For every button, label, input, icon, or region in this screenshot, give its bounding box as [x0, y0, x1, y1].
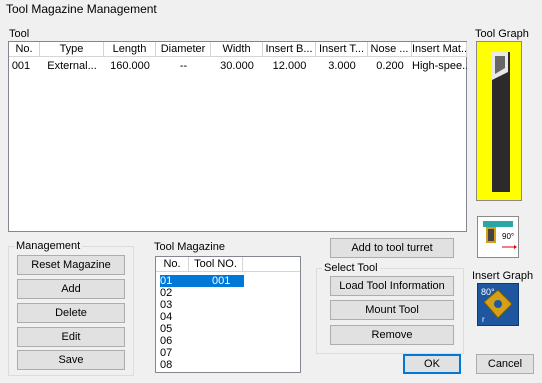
- insert-angle-text: 80°: [481, 287, 495, 297]
- add-button[interactable]: Add: [17, 279, 125, 299]
- tool-list[interactable]: No. Type Length Diameter Width Insert B.…: [8, 41, 467, 232]
- col-header-type[interactable]: Type: [40, 42, 104, 57]
- table-row[interactable]: 001 External... 160.000 -- 30.000 12.000…: [9, 59, 467, 74]
- turning-tool-icon: [492, 52, 510, 192]
- magazine-row-no: 01: [160, 275, 173, 287]
- delete-button[interactable]: Delete: [17, 303, 125, 323]
- save-button[interactable]: Save: [17, 350, 125, 370]
- window-title: Tool Magazine Management: [6, 2, 157, 16]
- col-header-width[interactable]: Width: [211, 42, 263, 57]
- magazine-row-no: 04: [160, 311, 173, 323]
- magazine-row-no: 02: [160, 287, 173, 299]
- mag-col-header-tool-no[interactable]: Tool NO.: [189, 257, 243, 272]
- cell-insert-t: 3.000: [328, 60, 356, 72]
- remove-button[interactable]: Remove: [330, 325, 454, 345]
- reset-magazine-button[interactable]: Reset Magazine: [17, 255, 125, 275]
- insert-icon: 80° r: [481, 287, 513, 324]
- cell-nose: 0.200: [376, 60, 404, 72]
- magazine-row-no: 06: [160, 335, 173, 347]
- magazine-row-05[interactable]: 05: [160, 323, 244, 335]
- col-header-no[interactable]: No.: [9, 42, 40, 57]
- magazine-row-no: 07: [160, 347, 173, 359]
- col-header-length[interactable]: Length: [104, 42, 156, 57]
- tool-section-label: Tool: [9, 28, 30, 40]
- magazine-row-no: 05: [160, 323, 173, 335]
- magazine-row-02[interactable]: 02: [160, 287, 244, 299]
- magazine-row-no: 03: [160, 299, 173, 311]
- col-header-insert-mat[interactable]: Insert Mat...: [412, 42, 467, 57]
- magazine-row-07[interactable]: 07: [160, 347, 244, 359]
- management-label: Management: [14, 240, 83, 252]
- insert-radius-text: r: [482, 315, 485, 324]
- magazine-row-06[interactable]: 06: [160, 335, 244, 347]
- cell-insert-b: 12.000: [272, 60, 307, 72]
- tool-magazine-list[interactable]: No. Tool NO. 01 001 02 03 04 05 06 07 08: [155, 256, 301, 373]
- insert-graph-label: Insert Graph: [472, 270, 534, 282]
- mount-tool-button[interactable]: Mount Tool: [330, 300, 454, 320]
- load-tool-information-button[interactable]: Load Tool Information: [330, 276, 454, 296]
- magazine-row-tool: 001: [212, 275, 231, 287]
- mag-col-header-no[interactable]: No.: [156, 257, 189, 272]
- cell-no: 001: [11, 60, 31, 72]
- tool-magazine-label: Tool Magazine: [154, 241, 225, 253]
- ok-button[interactable]: OK: [403, 354, 461, 374]
- magazine-row-04[interactable]: 04: [160, 311, 244, 323]
- insert-graph-image: 80° r: [477, 283, 519, 326]
- tool-graph-label: Tool Graph: [475, 28, 529, 40]
- cell-width: 30.000: [220, 60, 254, 72]
- col-header-insert-b[interactable]: Insert B...: [263, 42, 316, 57]
- magazine-row-no: 08: [160, 359, 173, 371]
- col-header-nose[interactable]: Nose ...: [368, 42, 412, 57]
- select-tool-label: Select Tool: [322, 262, 380, 274]
- magazine-row-03[interactable]: 03: [160, 299, 244, 311]
- mag-col-header-filler: [243, 257, 300, 272]
- edit-button[interactable]: Edit: [17, 327, 125, 347]
- tool-angle-image: 90°: [477, 216, 519, 258]
- col-header-insert-t[interactable]: Insert T...: [316, 42, 368, 57]
- magazine-row-01[interactable]: 01 001: [160, 275, 244, 287]
- add-to-tool-turret-button[interactable]: Add to tool turret: [330, 238, 454, 258]
- cancel-button[interactable]: Cancel: [476, 354, 534, 374]
- cell-diameter: --: [179, 60, 188, 72]
- cell-insert-mat: High-spee...: [412, 60, 467, 72]
- magazine-row-08[interactable]: 08: [160, 359, 244, 371]
- tool-graph-image: [476, 41, 522, 201]
- cell-type: External...: [47, 60, 97, 72]
- tool-angle-text: 90°: [502, 232, 514, 241]
- tool-angle-icon: 90°: [483, 221, 517, 249]
- cell-length: 160.000: [110, 60, 150, 72]
- col-header-diameter[interactable]: Diameter: [156, 42, 211, 57]
